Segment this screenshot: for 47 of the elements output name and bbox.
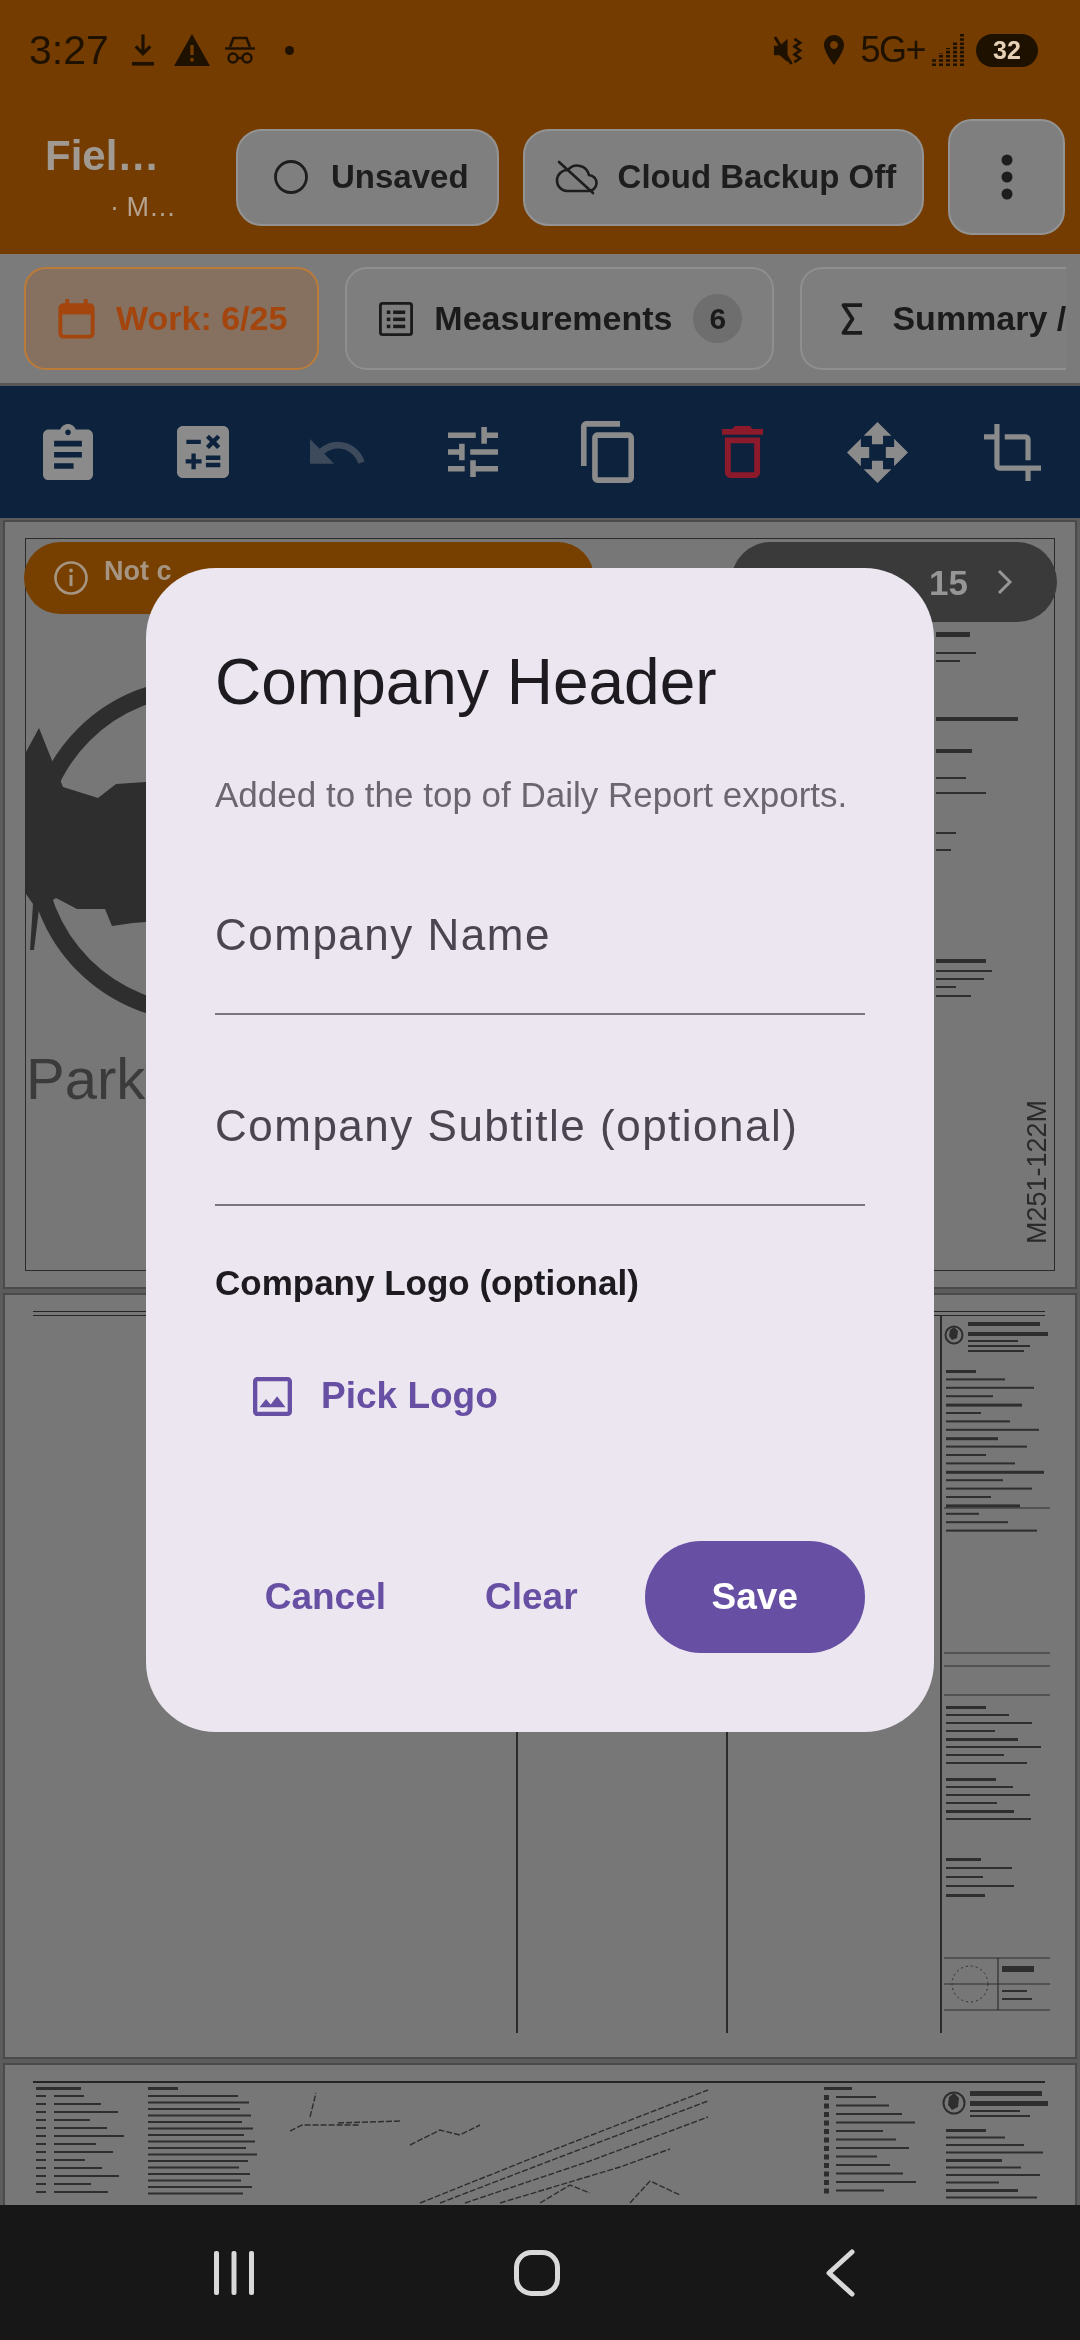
save-button[interactable]: Save bbox=[644, 1541, 865, 1653]
crop-icon[interactable] bbox=[984, 423, 1041, 481]
count-badge: 6 bbox=[693, 294, 743, 343]
image-icon bbox=[253, 1376, 292, 1416]
app-title: Fiel… bbox=[45, 132, 160, 179]
app-subtitle: · M… bbox=[110, 191, 176, 222]
clipboard-icon[interactable] bbox=[42, 424, 93, 480]
dialog-description: Added to the top of Daily Report exports. bbox=[215, 774, 849, 816]
input-field[interactable]: Company Name bbox=[215, 857, 865, 1015]
calculator-icon[interactable] bbox=[176, 426, 229, 478]
save-status-chip[interactable]: Unsaved bbox=[236, 128, 499, 226]
logo-label: Company Logo (optional) bbox=[215, 1262, 640, 1304]
move-arrows-icon[interactable] bbox=[847, 421, 908, 483]
circle-icon bbox=[274, 160, 308, 194]
cancel-button[interactable]: Cancel bbox=[232, 1541, 418, 1653]
cloud-off-icon bbox=[554, 159, 599, 195]
copy-icon[interactable] bbox=[581, 421, 634, 483]
home-icon[interactable] bbox=[513, 2249, 560, 2296]
tab[interactable]: Summary / bbox=[800, 267, 1067, 370]
page-number: 15 bbox=[929, 564, 968, 600]
battery-indicator: 32 bbox=[976, 33, 1038, 67]
status-time: 3:27 bbox=[29, 29, 109, 71]
calibration-message: Not c bbox=[104, 558, 172, 584]
dialog-title: Company Header bbox=[215, 645, 718, 720]
download-icon bbox=[131, 33, 154, 67]
more-button[interactable] bbox=[948, 119, 1066, 235]
network-type: 5G+ bbox=[860, 32, 925, 68]
sheet-number: M251-122M bbox=[1022, 1100, 1052, 1245]
list-icon bbox=[379, 301, 414, 336]
sliders-icon[interactable] bbox=[447, 427, 498, 477]
warning-icon bbox=[173, 34, 210, 66]
calendar-icon bbox=[58, 298, 95, 339]
more-vert-icon bbox=[1000, 154, 1013, 200]
clear-button[interactable]: Clear bbox=[453, 1541, 610, 1653]
recents-icon[interactable] bbox=[213, 2250, 254, 2295]
notification-dot-icon bbox=[284, 45, 294, 55]
info-icon bbox=[54, 561, 88, 595]
pick-logo-button[interactable]: Pick Logo bbox=[215, 1350, 531, 1442]
signal-icon bbox=[932, 34, 965, 66]
sheet-title: Park bbox=[26, 1050, 146, 1108]
tab[interactable]: Measurements 6 bbox=[345, 267, 775, 370]
back-icon[interactable] bbox=[824, 2248, 855, 2297]
location-pin-icon bbox=[824, 35, 845, 65]
hat-glasses-icon bbox=[224, 35, 255, 65]
chevron-right-icon[interactable] bbox=[997, 569, 1013, 595]
input-field[interactable]: Company Subtitle (optional) bbox=[215, 1048, 865, 1206]
cloud-backup-chip[interactable]: Cloud Backup Off bbox=[522, 128, 925, 226]
